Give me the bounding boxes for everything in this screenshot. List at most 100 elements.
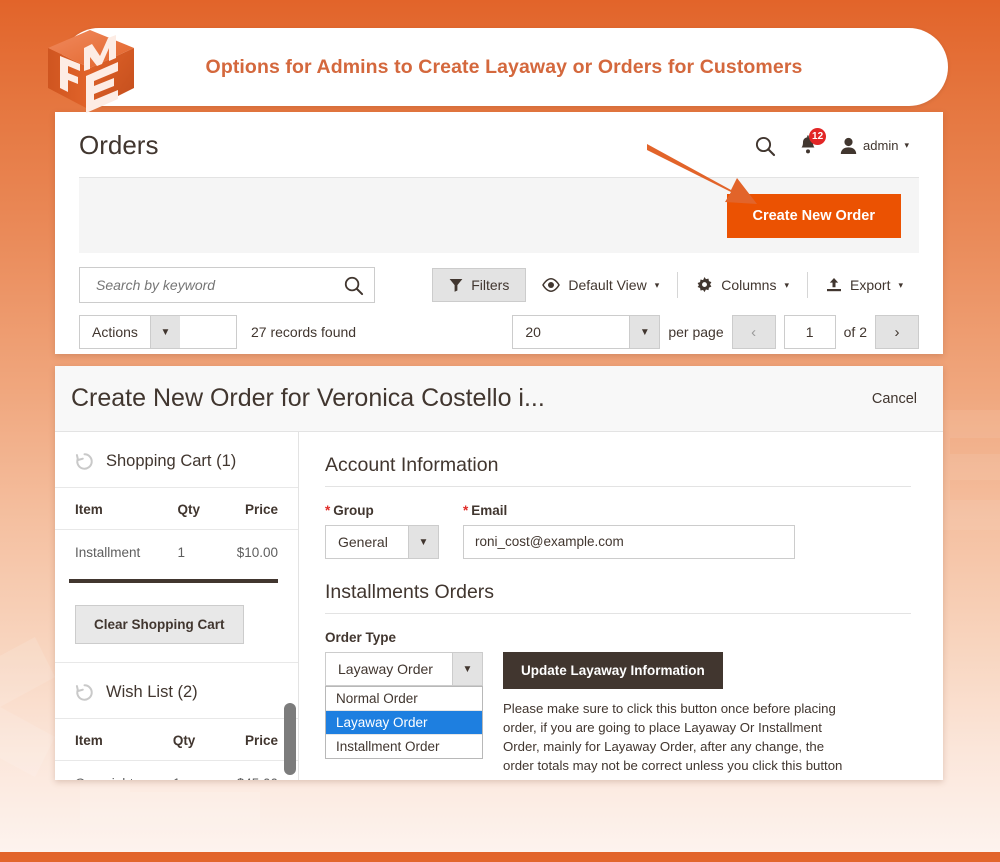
chevron-down-icon: ▼ <box>408 526 438 558</box>
admin-name-label: admin <box>863 138 899 153</box>
previous-page-button[interactable]: ‹ <box>731 315 776 349</box>
update-layaway-information-button[interactable]: Update Layaway Information <box>503 652 723 689</box>
chevron-down-icon: ▼ <box>629 316 660 348</box>
installments-orders-title: Installments Orders <box>325 581 911 614</box>
shopping-cart-title: Shopping Cart (1) <box>106 452 237 470</box>
order-type-option-installment[interactable]: Installment Order <box>326 735 482 758</box>
update-layaway-wrap: Update Layaway Information Please make s… <box>503 652 855 775</box>
create-order-panel: Create New Order for Veronica Costello i… <box>55 366 943 780</box>
shopping-cart-table: Item Qty Price Installment 1 $10.00 <box>55 488 298 575</box>
grid-tools: Filters Default View ▾ Columns ▾ Export … <box>432 268 919 302</box>
group-field: * Group General ▼ <box>325 503 439 559</box>
next-page-button[interactable]: › <box>875 315 919 349</box>
clear-cart-wrap: Clear Shopping Cart <box>55 583 298 663</box>
filters-button[interactable]: Filters <box>432 268 527 302</box>
table-row: Installment 1 $10.00 <box>55 530 298 576</box>
create-order-body: Shopping Cart (1) Item Qty Price Install… <box>55 432 943 780</box>
order-type-value: Layaway Order <box>338 661 433 677</box>
wish-list-title: Wish List (2) <box>106 683 198 701</box>
wish-list-table: Item Qty Price Overnight 1 $45.00 <box>55 719 298 780</box>
default-view-button[interactable]: Default View ▾ <box>526 269 675 301</box>
search-input[interactable] <box>94 276 343 294</box>
chevron-down-icon: ▼ <box>149 316 180 348</box>
header-icon-group: 12 admin ▾ <box>754 128 917 157</box>
table-header-row: Item Qty Price <box>55 488 298 530</box>
cart-scrollbar-thumb[interactable] <box>284 703 296 775</box>
cart-item-name: Installment <box>75 545 141 560</box>
order-type-row: Layaway Order ▼ Normal Order Layaway Ord… <box>325 652 911 775</box>
column-header-price: Price <box>215 488 298 530</box>
chevron-down-icon: ▼ <box>452 653 482 685</box>
user-icon <box>840 137 857 154</box>
export-button[interactable]: Export ▾ <box>810 269 919 301</box>
group-select[interactable]: General ▼ <box>325 525 439 559</box>
order-type-label: Order Type <box>325 630 397 645</box>
per-page-select[interactable]: 20 ▼ <box>512 315 661 349</box>
email-label: * Email <box>463 503 508 518</box>
filters-label: Filters <box>471 277 510 293</box>
column-header-qty: Qty <box>177 488 216 530</box>
search-by-keyword-box[interactable] <box>79 267 375 303</box>
page-number-input[interactable]: 1 <box>783 315 836 349</box>
table-header-row: Item Qty Price <box>55 719 298 761</box>
per-page-label: per page <box>668 324 724 340</box>
page-title: Orders <box>79 130 159 160</box>
wish-list-header: Wish List (2) <box>55 663 298 719</box>
chevron-down-icon: ▾ <box>904 140 909 150</box>
cancel-link[interactable]: Cancel <box>872 391 917 407</box>
search-submit-icon <box>344 276 364 295</box>
cart-item-qty: 1 <box>177 545 185 560</box>
actions-value: Actions <box>92 324 138 340</box>
account-fields-row: * Group General ▼ * Email roni_cost@exampl… <box>325 503 911 559</box>
toolbar-divider <box>677 272 679 298</box>
table-row: Overnight 1 $45.00 <box>55 761 298 780</box>
cart-sidebar: Shopping Cart (1) Item Qty Price Install… <box>55 432 299 780</box>
wish-item-name: Overnight <box>55 761 173 780</box>
group-value: General <box>338 534 388 550</box>
default-view-label: Default View <box>568 277 647 293</box>
order-type-option-layaway[interactable]: Layaway Order <box>326 711 482 735</box>
shopping-cart-header: Shopping Cart (1) <box>55 432 298 488</box>
columns-button[interactable]: Columns ▾ <box>680 269 805 301</box>
order-type-select[interactable]: Layaway Order ▼ <box>325 652 483 686</box>
group-label: * Group <box>325 503 374 518</box>
eye-icon <box>542 278 561 292</box>
notifications-bell-icon[interactable]: 12 <box>798 128 827 156</box>
orders-action-bar: Create New Order <box>79 177 919 253</box>
orders-panel: Orders 12 admin ▾ Create New Order Searc… <box>55 112 943 354</box>
per-page-value: 20 <box>525 324 541 340</box>
create-order-header: Create New Order for Veronica Costello i… <box>55 366 943 432</box>
order-type-option-normal[interactable]: Normal Order <box>326 687 482 711</box>
orders-header: Orders 12 admin ▾ <box>55 112 943 161</box>
layaway-help-text: Please make sure to click this button on… <box>503 701 843 773</box>
orders-pagination-row: Actions ▼ 27 records found 20 ▼ per page… <box>79 315 919 349</box>
annotation-arrow-icon <box>647 144 757 204</box>
cart-item-price: $10.00 <box>236 545 278 560</box>
email-field: * Email roni_cost@example.com <box>463 503 795 559</box>
clear-shopping-cart-button[interactable]: Clear Shopping Cart <box>75 605 244 644</box>
required-mark: * <box>325 503 331 518</box>
order-form-column: Account Information * Group General ▼ * Em… <box>299 432 943 780</box>
records-found-label: 27 records found <box>251 324 357 340</box>
refresh-icon <box>75 453 93 470</box>
total-pages-label: of 2 <box>843 324 867 340</box>
export-upload-icon <box>827 278 841 292</box>
chevron-down-icon: ▾ <box>898 279 903 290</box>
banner-title: Options for Admins to Create Layaway or … <box>205 55 803 78</box>
actions-select[interactable]: Actions ▼ <box>79 315 237 349</box>
order-type-dropdown[interactable]: Layaway Order ▼ Normal Order Layaway Ord… <box>325 652 483 759</box>
refresh-icon <box>75 684 93 701</box>
admin-user-menu[interactable]: admin ▾ <box>840 137 909 155</box>
email-input[interactable]: roni_cost@example.com <box>463 525 795 559</box>
required-mark: * <box>463 503 469 518</box>
order-type-options-list[interactable]: Normal Order Layaway Order Installment O… <box>325 686 483 759</box>
export-label: Export <box>850 277 891 293</box>
pager: 20 ▼ per page ‹ 1 of 2 › <box>512 315 919 349</box>
column-header-item: Item <box>55 488 178 530</box>
funnel-icon <box>449 279 463 292</box>
orders-filter-row: Filters Default View ▾ Columns ▾ <box>79 253 919 303</box>
notification-count-badge: 12 <box>809 128 827 145</box>
columns-label: Columns <box>721 277 777 293</box>
gear-icon <box>697 276 712 292</box>
chevron-down-icon: ▾ <box>784 279 789 290</box>
